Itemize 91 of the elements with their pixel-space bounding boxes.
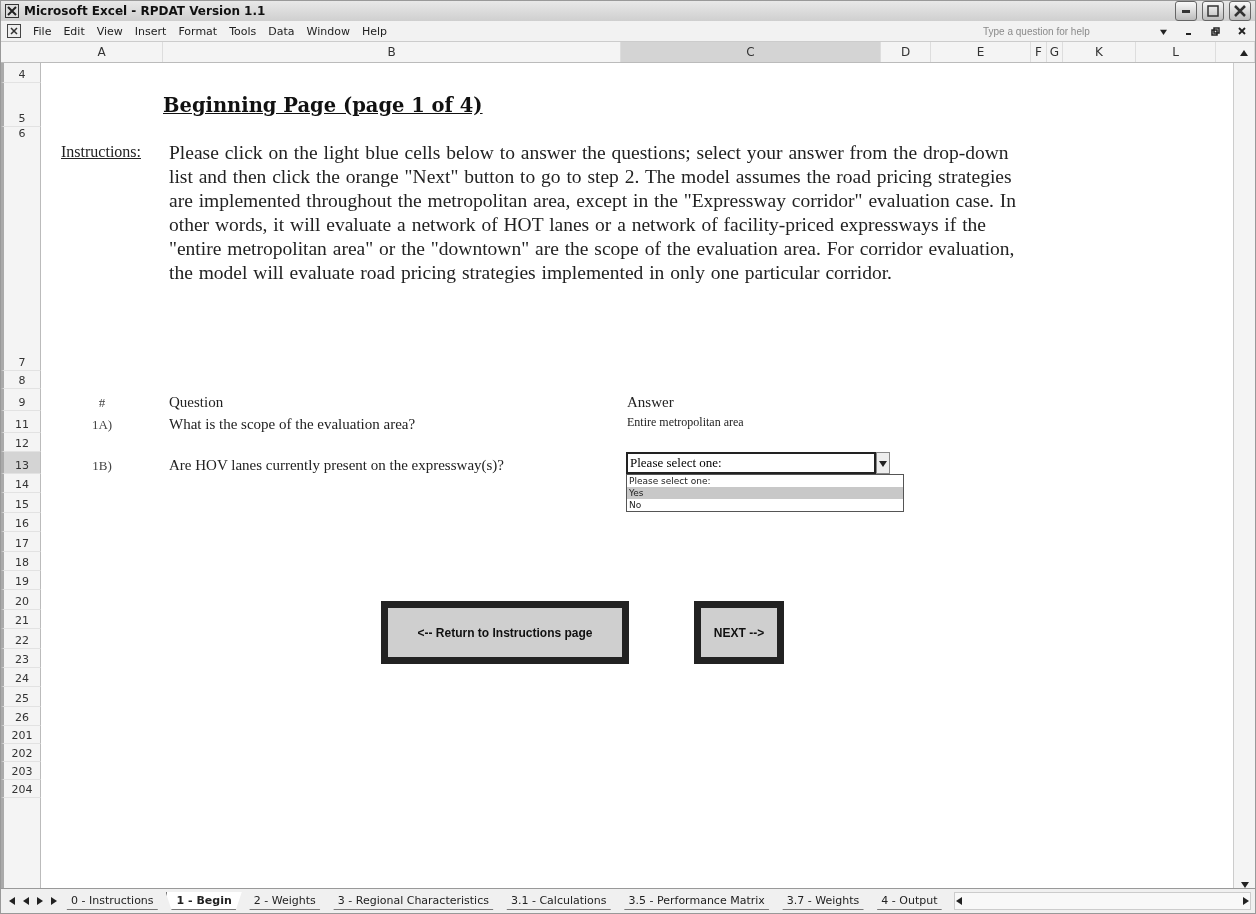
menu-item[interactable]: View xyxy=(96,24,123,38)
maximize-button[interactable] xyxy=(1202,1,1224,21)
row-header[interactable]: 7 xyxy=(1,139,41,371)
sheet-tab[interactable]: 4 - Output xyxy=(871,892,948,910)
column-heading: # xyxy=(97,395,107,411)
sheet-tab[interactable]: 0 - Instructions xyxy=(61,892,164,910)
sheet-tab[interactable]: 3.7 - Weights xyxy=(776,892,870,910)
instructions-text: Please click on the light blue cells below to answer the questions; select your answer from the drop-down list and then click the orange "Next" button to go to step 2. The model assumes the road pricing strategies are implemented throughout the metropolitan area, except in the "Expressway corridor" evaluation case. In other words, it will evaluate a network of HOT lanes or a network of facility-priced expressways if the "entire metropolitan area" or the "downtown" are the scope of the evaluation area. For corridor evaluation, the model will evaluate road pricing strategies implemented in only one particular corridor. xyxy=(168,141,1018,285)
column-header[interactable]: E xyxy=(931,42,1031,62)
row-header[interactable]: 21 xyxy=(1,609,41,630)
row-header[interactable]: 16 xyxy=(1,512,41,533)
row-header[interactable]: 5 xyxy=(1,83,41,127)
sheet-tab[interactable]: 3.1 - Calculations xyxy=(500,892,617,910)
menu-item[interactable]: Format xyxy=(178,24,218,38)
column-header[interactable]: G xyxy=(1047,42,1063,62)
menu-item[interactable]: Edit xyxy=(63,24,85,38)
next-icon xyxy=(36,897,44,905)
menu-item[interactable]: Help xyxy=(361,24,387,38)
sheet-tab[interactable]: 3 - Regional Characteristics xyxy=(327,892,499,910)
close-button[interactable] xyxy=(1229,1,1251,21)
menu-item[interactable]: Window xyxy=(306,24,350,38)
previous-icon xyxy=(22,897,30,905)
menu-item[interactable]: Insert xyxy=(134,24,167,38)
scroll-left-icon xyxy=(954,897,963,905)
sheet-tab[interactable]: 2 - Weights xyxy=(243,892,326,910)
question-text: Are HOV lanes currently present on the expressway(s)? xyxy=(168,457,506,474)
caret-icon xyxy=(1160,27,1167,35)
row-header[interactable]: 204 xyxy=(1,780,41,799)
menu-item[interactable]: File xyxy=(33,24,52,38)
help-search-field[interactable]: Type a question for help xyxy=(981,24,1145,38)
next-button[interactable]: NEXT --> xyxy=(694,601,784,664)
row-header[interactable]: 12 xyxy=(1,433,41,452)
column-header[interactable]: K xyxy=(1063,42,1136,62)
column-header[interactable]: D xyxy=(881,42,931,62)
row-header[interactable]: 19 xyxy=(1,570,41,591)
row-header[interactable]: 22 xyxy=(1,629,41,649)
minimize-button[interactable] xyxy=(1175,1,1197,21)
row-header[interactable]: 203 xyxy=(1,762,41,781)
column-header[interactable]: F xyxy=(1031,42,1047,62)
caret-icon xyxy=(879,459,887,467)
restore-icon xyxy=(1211,26,1220,36)
column-header[interactable]: C xyxy=(621,42,881,62)
row-header[interactable]: 201 xyxy=(1,726,41,745)
dropdown-button[interactable] xyxy=(876,452,890,474)
close-icon xyxy=(1238,27,1246,35)
app-icon xyxy=(5,4,19,18)
row-header[interactable]: 202 xyxy=(1,744,41,763)
first-icon xyxy=(8,897,16,905)
answer-cell-text: Entire metropolitan area xyxy=(626,414,745,430)
close-button[interactable] xyxy=(1235,27,1249,35)
row-header[interactable]: 9 xyxy=(1,389,41,411)
row-header[interactable]: 23 xyxy=(1,648,41,668)
question-number: 1A) xyxy=(90,417,114,433)
row-header[interactable]: 17 xyxy=(1,532,41,552)
row-header[interactable]: 26 xyxy=(1,706,41,727)
column-heading: Question xyxy=(168,394,225,411)
help-dropdown-button[interactable] xyxy=(1157,27,1170,35)
horizontal-scrollbar[interactable] xyxy=(953,892,1251,910)
sheet-tab[interactable]: 1 - Begin xyxy=(165,892,242,910)
row-header[interactable]: 13 xyxy=(1,452,41,474)
scroll-right-icon xyxy=(1242,897,1250,905)
column-heading: Answer xyxy=(626,394,675,411)
window-title: Microsoft Excel - RPDAT Version 1.1 xyxy=(24,4,266,18)
minimize-icon xyxy=(1182,9,1190,13)
row-header[interactable]: 24 xyxy=(1,667,41,688)
column-header[interactable]: L xyxy=(1136,42,1216,62)
column-header[interactable]: A xyxy=(41,42,163,62)
instructions-label: Instructions: xyxy=(60,142,142,161)
menu-item[interactable]: Data xyxy=(268,24,295,38)
scroll-up-icon xyxy=(1240,48,1248,56)
maximize-icon xyxy=(1207,5,1219,17)
row-header[interactable]: 8 xyxy=(1,371,41,389)
row-header[interactable]: 20 xyxy=(1,590,41,610)
page-title: Beginning Page (page 1 of 4) xyxy=(163,93,484,117)
last-icon xyxy=(50,897,58,905)
question-text: What is the scope of the evaluation area? xyxy=(168,416,417,433)
row-header[interactable]: 18 xyxy=(1,551,41,571)
answer-dropdown[interactable]: Please select one: xyxy=(626,452,876,474)
row-header[interactable]: 14 xyxy=(1,474,41,494)
row-header[interactable]: 11 xyxy=(1,411,41,433)
sheet-tab[interactable]: 3.5 - Performance Matrix xyxy=(618,892,775,910)
close-icon xyxy=(1234,5,1246,17)
menu-item[interactable]: Tools xyxy=(229,24,257,38)
workbook-icon xyxy=(7,24,21,38)
row-header[interactable]: 4 xyxy=(1,63,41,83)
dropdown-option[interactable]: Yes xyxy=(627,487,903,499)
row-header[interactable]: 15 xyxy=(1,493,41,513)
row-header[interactable]: 25 xyxy=(1,687,41,707)
question-number: 1B) xyxy=(91,458,113,474)
return-button[interactable]: <-- Return to Instructions page xyxy=(381,601,629,664)
restore-button[interactable] xyxy=(1208,26,1223,36)
